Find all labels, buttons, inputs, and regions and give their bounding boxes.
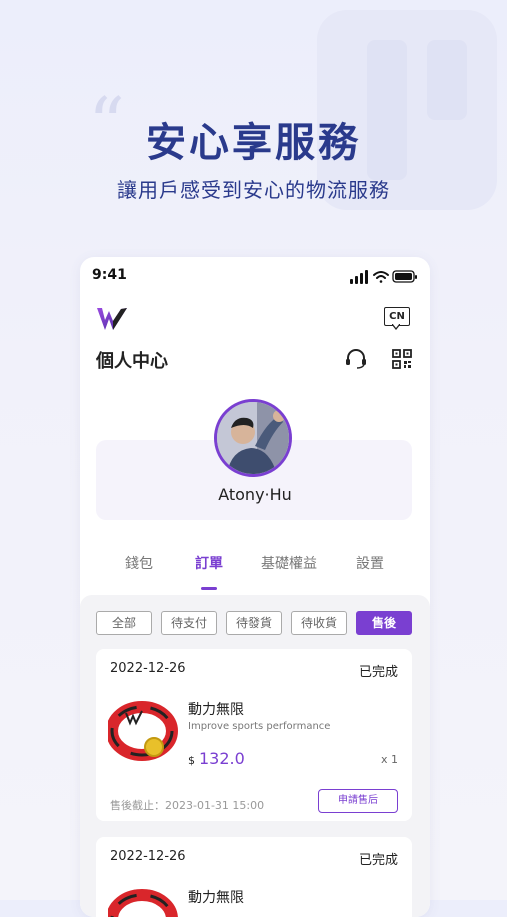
filter-pending-receipt[interactable]: 待收貨 bbox=[291, 611, 347, 635]
product-price: $132.0 bbox=[188, 749, 245, 768]
hero-subtitle: 讓用戶感受到安心的物流服務 bbox=[117, 178, 390, 202]
language-switch-button[interactable]: CN bbox=[382, 304, 412, 332]
status-bar: 9:41 bbox=[92, 267, 418, 287]
username: Atony·Hu bbox=[218, 485, 292, 504]
filter-pending-payment[interactable]: 待支付 bbox=[161, 611, 217, 635]
avatar[interactable] bbox=[214, 399, 292, 477]
product-quantity: x 1 bbox=[380, 753, 398, 766]
price-currency: $ bbox=[188, 754, 195, 767]
tab-basic-rights[interactable]: 基礎權益 bbox=[254, 553, 324, 573]
language-badge-tail-icon bbox=[392, 324, 400, 330]
tab-orders[interactable]: 訂單 bbox=[174, 553, 244, 573]
order-date: 2022-12-26 bbox=[110, 849, 186, 864]
product-name: 動力無限 bbox=[188, 702, 244, 718]
order-date: 2022-12-26 bbox=[110, 661, 186, 676]
page-title: 個人中心 bbox=[96, 351, 168, 372]
filter-all[interactable]: 全部 bbox=[96, 611, 152, 635]
battery-icon bbox=[392, 270, 417, 283]
orders-panel: 全部 待支付 待發貨 待收貨 售後 2022-12-26 已完成 動力無限 Im… bbox=[80, 595, 430, 917]
after-sales-deadline: 售後截止：2023-01-31 15:00 bbox=[110, 799, 265, 812]
order-status: 已完成 bbox=[358, 853, 398, 868]
wifi-icon bbox=[373, 271, 389, 283]
order-card[interactable]: 2022-12-26 已完成 動力無限 Improve sports perfo… bbox=[96, 649, 412, 821]
system-status-icons bbox=[350, 270, 417, 284]
order-status: 已完成 bbox=[358, 665, 398, 680]
hero-title: 安心享服務 bbox=[146, 120, 361, 166]
filter-pending-shipment[interactable]: 待發貨 bbox=[226, 611, 282, 635]
order-filter-bar: 全部 待支付 待發貨 待收貨 售後 bbox=[96, 611, 416, 635]
apply-after-sales-button[interactable]: 申請售后 bbox=[318, 789, 398, 813]
tab-settings[interactable]: 設置 bbox=[335, 553, 405, 573]
product-name: 動力無限 bbox=[188, 890, 244, 906]
product-image bbox=[108, 889, 178, 917]
order-card[interactable]: 2022-12-26 已完成 動力無限 bbox=[96, 837, 412, 917]
product-description: Improve sports performance bbox=[188, 721, 331, 732]
signal-icon bbox=[350, 270, 368, 284]
brand-logo bbox=[97, 308, 127, 330]
status-time: 9:41 bbox=[92, 267, 127, 283]
filter-after-sales[interactable]: 售後 bbox=[356, 611, 412, 635]
price-value: 132.0 bbox=[199, 749, 245, 768]
tab-bar: 錢包 訂單 基礎權益 設置 bbox=[80, 553, 430, 593]
avatar-photo bbox=[217, 402, 289, 474]
qr-code-icon[interactable] bbox=[392, 349, 412, 369]
phone-screen: 9:41 CN 個人中心 Atony·Hu 錢包 訂單 基礎權益 設置 全部 待… bbox=[80, 257, 430, 917]
product-image bbox=[108, 701, 178, 761]
customer-service-icon[interactable] bbox=[345, 349, 367, 369]
active-tab-indicator bbox=[201, 587, 217, 590]
tab-wallet[interactable]: 錢包 bbox=[104, 553, 174, 573]
